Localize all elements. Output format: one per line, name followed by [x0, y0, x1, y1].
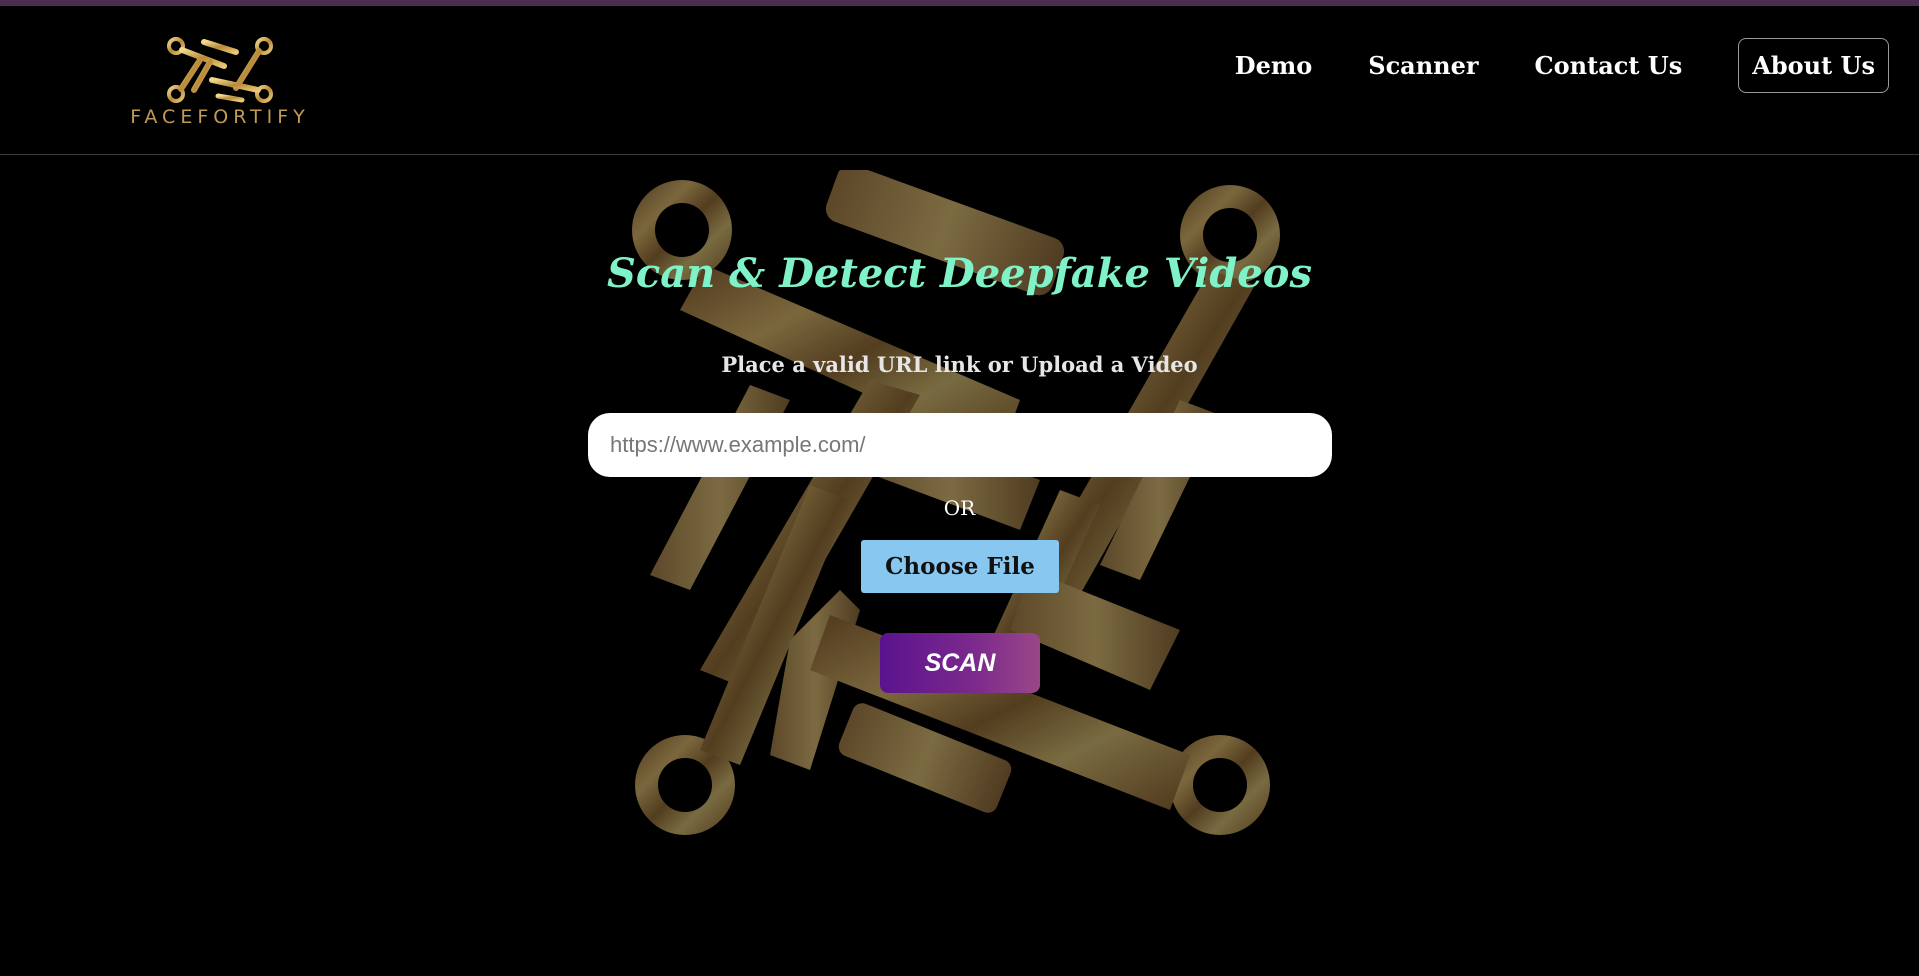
choose-file-button[interactable]: Choose File	[861, 540, 1059, 593]
url-input[interactable]	[588, 413, 1332, 477]
scan-button[interactable]: SCAN	[880, 633, 1040, 693]
page-title: Scan & Detect Deepfake Videos	[607, 250, 1312, 297]
page-subtitle: Place a valid URL link or Upload a Video	[721, 352, 1198, 377]
or-separator: OR	[943, 496, 976, 520]
scanner-section: Scan & Detect Deepfake Videos Place a va…	[0, 0, 1919, 976]
